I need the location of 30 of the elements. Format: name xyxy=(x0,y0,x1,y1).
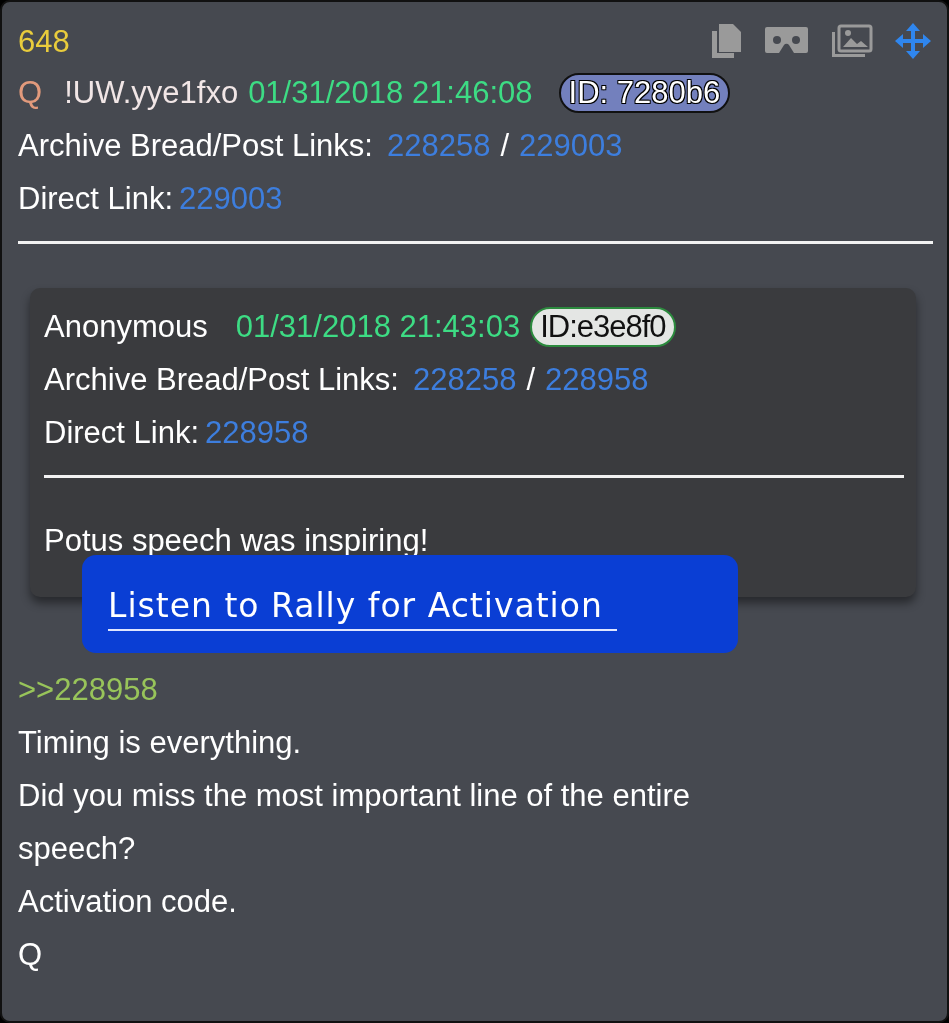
author-name: Anonymous xyxy=(44,308,208,346)
post-link[interactable]: 229003 xyxy=(519,119,623,172)
poster-id-badge: ID: 7280b6 xyxy=(558,72,731,113)
image-gallery-icon[interactable] xyxy=(831,24,873,58)
separator: / xyxy=(500,127,510,165)
separator: / xyxy=(526,361,536,399)
post-text-line: Did you miss the most important line of the entire speech? xyxy=(18,777,691,868)
reply-link[interactable]: >>228958 xyxy=(18,663,933,716)
direct-link-label: Direct Link: xyxy=(44,414,200,452)
tripcode: !UW.yye1fxo xyxy=(64,74,239,112)
bread-link[interactable]: 228258 xyxy=(386,119,491,172)
vr-headset-icon[interactable] xyxy=(764,26,809,56)
direct-link[interactable]: 229003 xyxy=(179,172,283,225)
poster-id-badge: ID:e3e8f0 xyxy=(530,306,676,347)
post-text-line: Activation code. xyxy=(18,883,238,921)
bread-link[interactable]: 228258 xyxy=(412,353,517,406)
post-datetime: 01/31/2018 21:43:03 xyxy=(235,308,521,346)
archive-label: Archive Bread/Post Links: xyxy=(44,361,399,399)
post-link[interactable]: 228958 xyxy=(545,353,649,406)
direct-link[interactable]: 228958 xyxy=(205,406,309,459)
copy-icon[interactable] xyxy=(710,23,742,59)
post-text-line: Q xyxy=(18,936,44,974)
author-name: Q xyxy=(18,74,43,112)
post-datetime: 01/31/2018 21:46:08 xyxy=(248,74,533,112)
audio-link-button[interactable]: Listen to Rally for Activation xyxy=(82,555,738,653)
direct-link-label: Direct Link: xyxy=(18,180,174,218)
move-icon[interactable] xyxy=(895,23,931,59)
archive-label: Archive Bread/Post Links: xyxy=(18,127,373,165)
post-number: 648 xyxy=(18,22,70,61)
post-text-line: Timing is everything. xyxy=(18,724,303,762)
